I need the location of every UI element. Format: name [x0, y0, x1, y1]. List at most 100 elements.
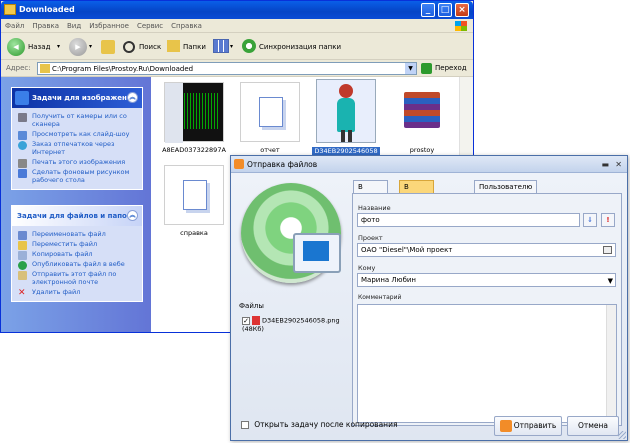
address-value: C:\Program Files\Prostoy.Ru\Downloaded — [52, 65, 194, 73]
name-input[interactable]: фото — [357, 213, 580, 227]
task-label: Отправить этот файл по электронной почте — [32, 270, 117, 286]
menu-view[interactable]: Вид — [63, 19, 85, 33]
address-input[interactable]: C:\Program Files\Prostoy.Ru\Downloaded ▼ — [37, 62, 417, 75]
task-label: Копировать файл — [32, 250, 93, 258]
views-dropdown-icon[interactable]: ▾ — [230, 38, 233, 56]
image-thumbnail — [316, 79, 376, 143]
sync-folder-button[interactable]: Синхронизация папки — [259, 38, 341, 56]
dialog-app-icon — [234, 159, 244, 169]
back-arrow-icon[interactable]: ◀ — [7, 38, 25, 56]
explorer-titlebar[interactable]: Downloaded _ □ × — [1, 1, 473, 19]
dialog-titlebar[interactable]: Отправка файлов ▬ ✕ — [231, 156, 627, 173]
name-label: Название — [358, 204, 391, 212]
computer-icon — [293, 233, 341, 273]
menu-tools[interactable]: Сервис — [133, 19, 167, 33]
task-publish-web[interactable]: Опубликовать файл в вебе — [12, 259, 142, 270]
project-value: ОАО "Diesel"\Мой проект — [361, 246, 453, 254]
image-tasks-box: Задачи для изображен ︽ Получить от камер… — [11, 87, 143, 190]
attachment-item[interactable]: ✓ D34EB2902546058.png (48Кб) — [242, 316, 352, 333]
views-icon[interactable] — [213, 39, 229, 53]
task-copy[interactable]: Копировать файл — [12, 249, 142, 260]
folders-button[interactable]: Папки — [183, 38, 206, 56]
task-move[interactable]: Переместить файл — [12, 239, 142, 250]
priority-high-icon[interactable]: ! — [601, 213, 615, 227]
task-rename[interactable]: Переименовать файл — [12, 229, 142, 240]
address-label: Адрес: — [6, 64, 31, 72]
comment-textarea[interactable] — [357, 304, 617, 423]
recipient-select[interactable]: Марина Любин ▼ — [357, 273, 616, 287]
dialog-footer: Открыть задачу после копирования Отправи… — [231, 410, 627, 440]
file-tasks-header[interactable]: Задачи для файлов и папок ︽ — [12, 206, 142, 226]
menu-help[interactable]: Справка — [167, 19, 206, 33]
back-button[interactable]: Назад — [28, 38, 50, 56]
windows-logo-icon — [455, 21, 467, 31]
file-item[interactable]: A8EAD037322897A — [159, 82, 229, 154]
image-thumbnail — [164, 82, 224, 143]
tab-new-task[interactable]: В новую задачу — [399, 180, 435, 215]
menu-file[interactable]: Файл — [1, 19, 28, 33]
project-picker-icon[interactable] — [603, 246, 612, 254]
task-label: Переименовать файл — [32, 230, 106, 238]
collapse-icon[interactable]: ︽ — [127, 210, 138, 221]
folder-icon — [4, 4, 16, 15]
task-label: Получить от камеры или со сканера — [32, 112, 127, 128]
file-item[interactable]: отчет — [235, 82, 305, 154]
go-button[interactable]: Переход — [421, 62, 467, 75]
task-print[interactable]: Печать этого изображения — [12, 157, 142, 168]
camera-icon — [18, 113, 27, 122]
image-tasks-title: Задачи для изображен — [32, 94, 127, 102]
open-after-copy-checkbox[interactable] — [241, 421, 249, 429]
attachment-checkbox[interactable]: ✓ — [242, 316, 250, 325]
file-name: prostoy — [409, 146, 435, 154]
close-button[interactable]: × — [455, 3, 469, 17]
send-icon — [500, 420, 512, 432]
desktop-icon — [18, 169, 27, 178]
priority-low-icon[interactable]: ⇓ — [583, 213, 597, 227]
tab-existing-task[interactable]: В задачу — [353, 180, 389, 203]
tab-user[interactable]: Пользователю — [474, 180, 538, 194]
cancel-button[interactable]: Отмена — [567, 416, 619, 436]
file-item[interactable]: prostoy — [387, 82, 457, 154]
close-icon[interactable]: ✕ — [615, 156, 622, 173]
menu-favorites[interactable]: Избранное — [85, 19, 133, 33]
file-item[interactable]: справка — [159, 165, 229, 237]
task-label: Переместить файл — [32, 240, 98, 248]
file-name: справка — [180, 229, 208, 237]
send-button[interactable]: Отправить — [494, 416, 562, 436]
task-delete[interactable]: ✕ Удалить файл — [12, 287, 142, 298]
file-item-selected[interactable]: D34EB2902546058 — [311, 79, 381, 155]
back-dropdown-icon[interactable]: ▾ — [57, 38, 60, 56]
resize-grip[interactable] — [618, 431, 626, 439]
pdf-file-icon — [252, 316, 260, 325]
minimize-icon[interactable]: ▬ — [601, 156, 609, 173]
menu-edit[interactable]: Правка — [28, 19, 63, 33]
toolbar: ◀ Назад ▾ ▶ ▾ Поиск Папки ▾ Синхронизаци… — [1, 34, 473, 60]
chevron-down-icon[interactable]: ▼ — [608, 275, 613, 287]
folder-icon — [40, 64, 50, 73]
address-dropdown-icon[interactable]: ▼ — [405, 63, 416, 74]
task-email[interactable]: Отправить этот файл по электронной почте — [12, 269, 142, 287]
up-folder-icon[interactable] — [101, 40, 115, 54]
archive-icon — [392, 82, 452, 142]
address-bar: Адрес: C:\Program Files\Prostoy.Ru\Downl… — [1, 61, 473, 77]
new-task-panel: Название фото ⇓ ! Проект ОАО "Diesel"\Мо… — [352, 193, 622, 426]
image-tasks-header[interactable]: Задачи для изображен ︽ — [12, 88, 142, 108]
minimize-button[interactable]: _ — [421, 3, 435, 17]
maximize-button[interactable]: □ — [438, 3, 452, 17]
task-label: Сделать фоновым рисунком рабочего стола — [32, 168, 130, 184]
file-name: D34EB2902546058 — [312, 147, 380, 155]
forward-dropdown-icon[interactable]: ▾ — [89, 38, 92, 56]
project-input[interactable]: ОАО "Diesel"\Мой проект — [357, 243, 616, 257]
dialog-body: Файлы ✓D34EB2902546058.png (48Кб) В зада… — [231, 173, 627, 440]
open-after-copy-label: Открыть задачу после копирования — [254, 420, 398, 429]
comment-scrollbar[interactable] — [606, 305, 616, 422]
collapse-icon[interactable]: ︽ — [127, 92, 138, 103]
search-button[interactable]: Поиск — [139, 38, 161, 56]
task-get-from-camera[interactable]: Получить от камеры или со сканера — [12, 111, 142, 129]
task-slideshow[interactable]: Просмотреть как слайд-шоу — [12, 129, 142, 140]
open-after-copy-option[interactable]: Открыть задачу после копирования — [241, 420, 397, 429]
task-set-background[interactable]: Сделать фоновым рисунком рабочего стола — [12, 167, 142, 185]
forward-icon[interactable]: ▶ — [69, 38, 87, 56]
task-order-prints[interactable]: Заказ отпечатков через Интернет — [12, 139, 142, 157]
recipient-label: Кому — [358, 264, 376, 272]
